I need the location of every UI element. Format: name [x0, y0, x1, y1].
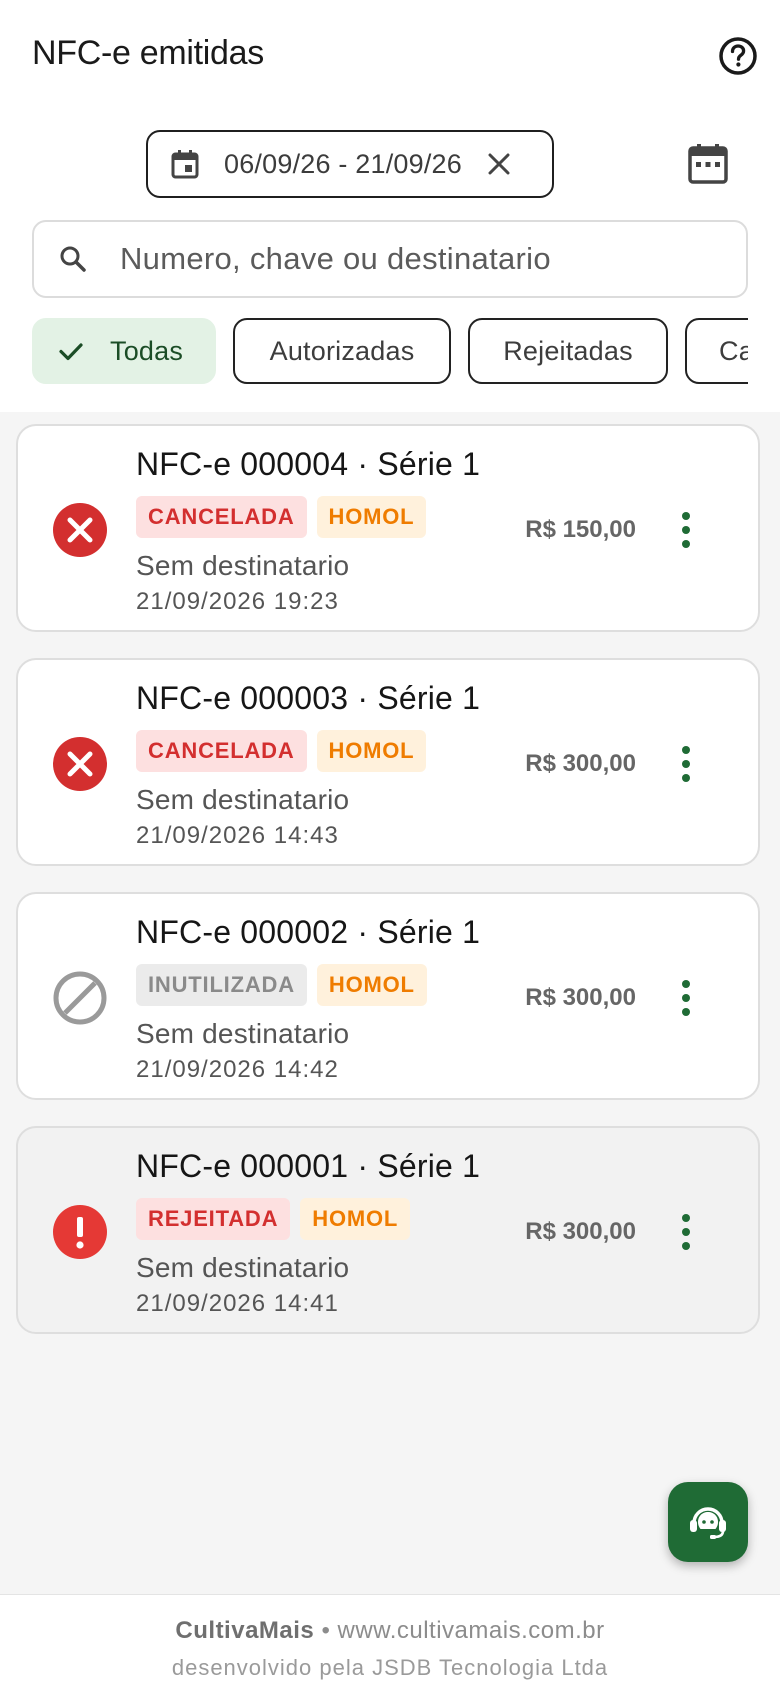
filter-chip-label: Rejeitadas: [503, 335, 633, 366]
search-input[interactable]: [120, 241, 700, 277]
invoice-datetime: 21/09/2026 14:41: [136, 1290, 339, 1317]
block-icon: [53, 971, 107, 1025]
badge-row: CANCELADA HOMOL: [136, 496, 427, 538]
top-bar: NFC-e emitidas 06/09/26 - 21/09/26 Numer…: [0, 0, 780, 412]
more-vert-icon[interactable]: [666, 508, 706, 552]
footer-brand: CultivaMais: [175, 1617, 315, 1644]
date-range-text: 06/09/26 - 21/09/26: [224, 148, 462, 179]
invoice-title: NFC-e 000003 · Série 1: [136, 680, 481, 716]
help-button[interactable]: [716, 34, 760, 78]
error-exclamation-icon: [53, 1205, 107, 1259]
invoice-recipient: Sem destinatario: [136, 1018, 350, 1049]
invoice-recipient: Sem destinatario: [136, 550, 350, 581]
check-icon: [59, 343, 83, 361]
footer-url[interactable]: www.cultivamais.com.br: [338, 1617, 605, 1644]
invoice-card[interactable]: NFC-e 000002 · Série 1 INUTILIZADA HOMOL…: [16, 892, 760, 1100]
invoice-card[interactable]: NFC-e 000004 · Série 1 CANCELADA HOMOL S…: [16, 424, 760, 632]
invoice-value: R$ 300,00: [525, 984, 636, 1011]
calendar-button[interactable]: [686, 142, 730, 186]
clear-date-icon[interactable]: [484, 149, 514, 179]
environment-badge: HOMOL: [316, 730, 427, 772]
cancel-x-icon: [53, 503, 107, 557]
footer-separator: •: [321, 1617, 331, 1644]
invoice-datetime: 21/09/2026 19:23: [136, 588, 339, 615]
calendar-icon: [688, 144, 728, 184]
status-badge: REJEITADA: [136, 1198, 291, 1240]
filter-chip-canceladas[interactable]: Canceladas: [685, 318, 748, 384]
invoice-card[interactable]: NFC-e 000001 · Série 1 REJEITADA HOMOL S…: [16, 1126, 760, 1334]
invoice-title: NFC-e 000002 · Série 1: [136, 914, 481, 950]
date-range-chip[interactable]: 06/09/26 - 21/09/26: [146, 130, 554, 198]
invoice-datetime: 21/09/2026 14:43: [136, 822, 339, 849]
badge-row: INUTILIZADA HOMOL: [136, 964, 427, 1006]
footer-line: CultivaMais • www.cultivamais.com.br: [0, 1617, 780, 1645]
filter-chip-label: Todas: [110, 335, 184, 366]
help-icon: [719, 37, 757, 75]
search-box[interactable]: [32, 220, 748, 298]
footer: CultivaMais • www.cultivamais.com.br des…: [0, 1594, 780, 1688]
invoice-recipient: Sem destinatario: [136, 784, 350, 815]
more-vert-icon[interactable]: [666, 1210, 706, 1254]
invoice-title: NFC-e 000001 · Série 1: [136, 1148, 481, 1184]
status-badge: CANCELADA: [136, 730, 307, 772]
footer-credit: desenvolvido pela JSDB Tecnologia Ltda: [171, 1655, 609, 1680]
badge-row: REJEITADA HOMOL: [136, 1198, 411, 1240]
filter-chip-rejeitadas[interactable]: Rejeitadas: [468, 318, 668, 384]
environment-badge: HOMOL: [300, 1198, 411, 1240]
filter-chip-autorizadas[interactable]: Autorizadas: [233, 318, 451, 384]
invoice-recipient: Sem destinatario: [136, 1252, 350, 1283]
filter-chip-label: Autorizadas: [269, 335, 415, 366]
search-icon: [60, 246, 86, 272]
support-agent-icon: [690, 1507, 726, 1539]
calendar-event-icon: [171, 150, 199, 179]
invoice-card[interactable]: NFC-e 000003 · Série 1 CANCELADA HOMOL S…: [16, 658, 760, 866]
environment-badge: HOMOL: [316, 964, 427, 1006]
status-filter-chips: Todas Autorizadas Rejeitadas Canceladas: [32, 318, 748, 384]
invoice-title: NFC-e 000004 · Série 1: [136, 446, 481, 482]
more-vert-icon[interactable]: [666, 976, 706, 1020]
invoice-value: R$ 300,00: [525, 750, 636, 777]
status-badge: INUTILIZADA: [136, 964, 307, 1006]
invoice-value: R$ 150,00: [525, 516, 636, 543]
support-fab[interactable]: [668, 1482, 748, 1562]
status-badge: CANCELADA: [136, 496, 307, 538]
badge-row: CANCELADA HOMOL: [136, 730, 427, 772]
page-title: NFC-e emitidas: [32, 34, 264, 72]
cancel-x-icon: [53, 737, 107, 791]
filter-chip-label: Canceladas: [719, 335, 748, 366]
invoice-value: R$ 300,00: [525, 1218, 636, 1245]
invoice-datetime: 21/09/2026 14:42: [136, 1056, 339, 1083]
filter-chip-todas[interactable]: Todas: [32, 318, 216, 384]
environment-badge: HOMOL: [316, 496, 427, 538]
more-vert-icon[interactable]: [666, 742, 706, 786]
